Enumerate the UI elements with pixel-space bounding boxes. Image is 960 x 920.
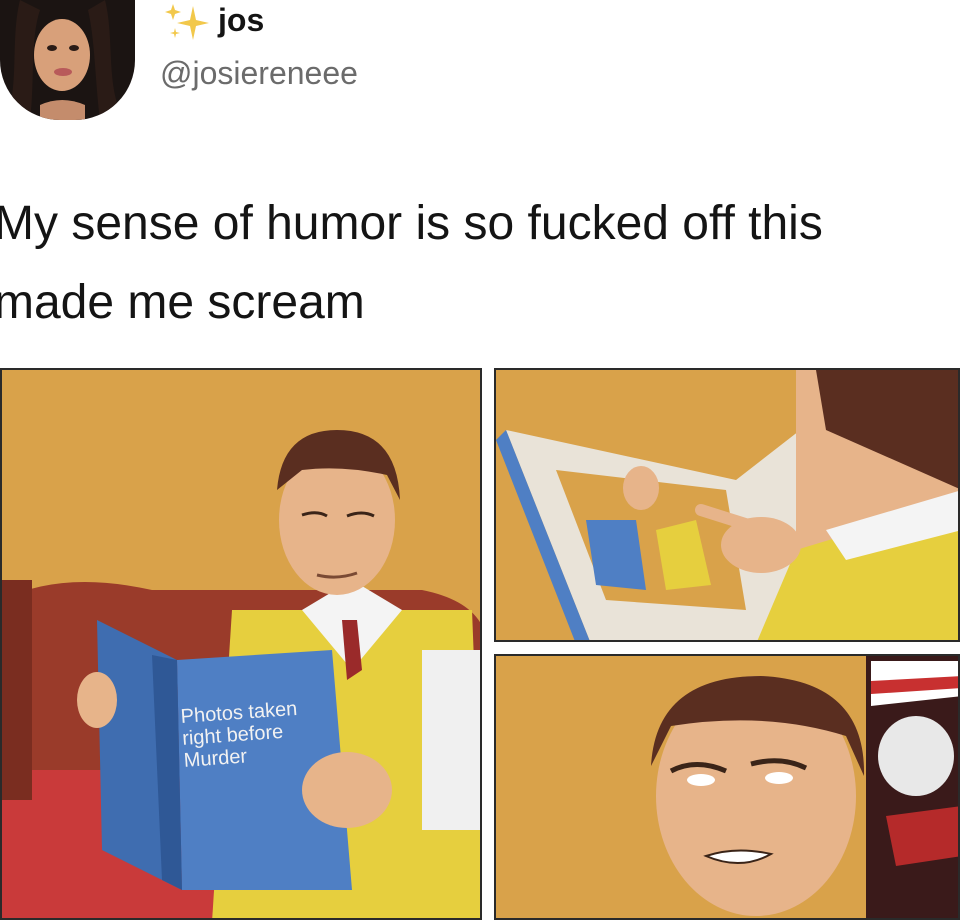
tweet-text: My sense of humor is so fucked off this … xyxy=(0,197,823,329)
sparkles-icon xyxy=(165,4,209,40)
user-handle[interactable]: @josiereneee xyxy=(160,53,358,93)
comic-panel-reading: Photos taken right before Murder xyxy=(0,368,482,920)
comic-image[interactable]: Photos taken right before Murder xyxy=(0,366,960,920)
tweet-header: jos @josiereneee xyxy=(0,0,960,150)
comic-panel-book-closeup xyxy=(494,368,960,642)
display-name[interactable]: jos xyxy=(218,0,264,40)
book-title: Photos taken right before Murder xyxy=(180,697,299,772)
comic-panel-reaction xyxy=(494,654,960,920)
avatar[interactable] xyxy=(0,0,135,120)
